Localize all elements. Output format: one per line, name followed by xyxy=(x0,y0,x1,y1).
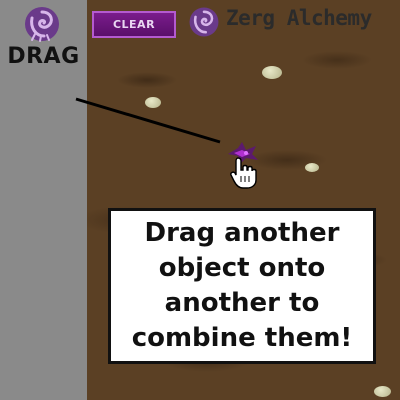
tutorial-text: Drag another object onto another to comb… xyxy=(131,218,353,353)
pebble xyxy=(262,66,282,79)
app-title: Zerg Alchemy xyxy=(226,6,372,30)
zerg-swirl-icon xyxy=(25,7,59,42)
zerg-swirl-icon xyxy=(189,7,219,37)
pebble xyxy=(305,163,319,172)
element-sidebar[interactable]: DRAG xyxy=(0,0,87,400)
pebble xyxy=(374,386,391,397)
tutorial-popup: Drag another object onto another to comb… xyxy=(108,208,376,364)
clear-button[interactable]: CLEAR xyxy=(92,11,176,38)
hand-pointer-icon xyxy=(230,157,257,189)
pebble xyxy=(145,97,161,108)
drag-label: DRAG xyxy=(7,44,80,69)
